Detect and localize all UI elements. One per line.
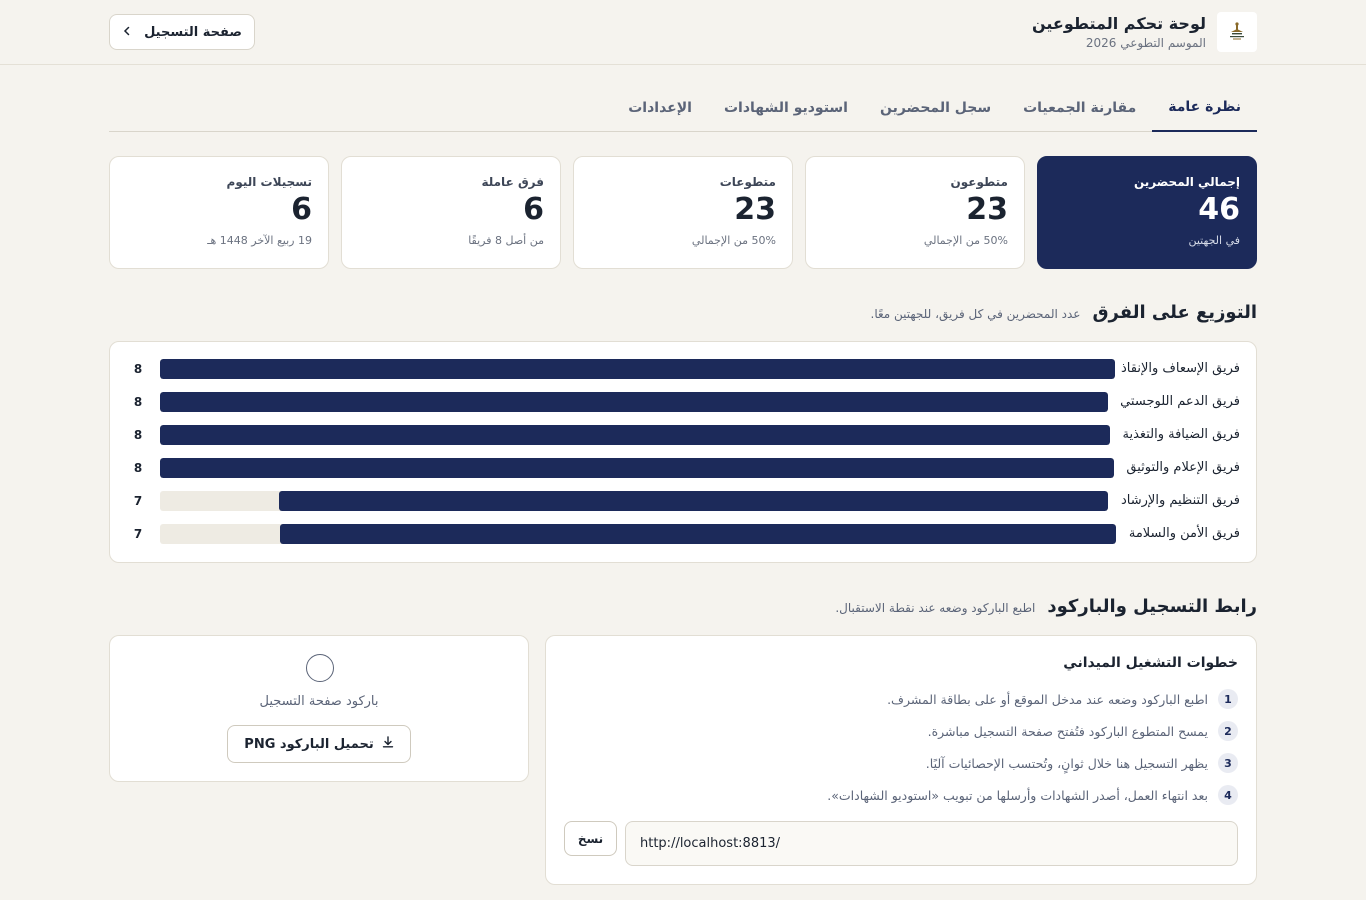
download-barcode-label: تحميل الباركود PNG: [244, 736, 374, 752]
stat-note: في الجهتين: [1188, 234, 1240, 247]
registration-subtitle: اطبع الباركود وضعه عند نقطة الاستقبال.: [835, 601, 1036, 615]
team-bar: [160, 359, 1115, 379]
stat-card-male-volunteers: متطوعون 23 50% من الإجمالي: [805, 156, 1025, 269]
barcode-card: باركود صفحة التسجيل تحميل الباركود PNG: [109, 635, 529, 782]
team-bar: [279, 524, 1116, 544]
step-item: 2 يمسح المتطوع الباركود فتُفتح صفحة التس…: [928, 720, 1238, 742]
step-text: يمسح المتطوع الباركود فتُفتح صفحة التسجي…: [927, 723, 1208, 739]
team-label: فريق الضيافة والتغذية: [1122, 427, 1240, 442]
team-count: 8: [133, 395, 143, 409]
top-bar: لوحة تحكم المتطوعين الموسم التطوعي 2026 …: [0, 0, 1366, 65]
field-steps-card: خطوات التشغيل الميداني 1 اطبع الباركود و…: [545, 635, 1257, 885]
team-bar-track: [160, 524, 1116, 544]
step-number: 3: [1218, 753, 1238, 773]
team-label: فريق الدعم اللوجستي: [1120, 394, 1240, 409]
stat-card-active-teams: فرق عاملة 6 من أصل 8 فريقًا: [341, 156, 561, 269]
barcode-image: [306, 654, 334, 682]
tab-overview[interactable]: نظرة عامة: [1152, 84, 1257, 132]
team-bar: [160, 458, 1114, 478]
stat-label: متطوعون: [950, 175, 1008, 189]
season-subtitle: الموسم التطوعي 2026: [1085, 36, 1206, 50]
team-bar: [160, 425, 1110, 445]
registration-page-button[interactable]: صفحة التسجيل: [109, 14, 255, 50]
registration-title: رابط التسجيل والباركود: [1047, 596, 1257, 617]
stat-card-female-volunteers: متطوعات 23 50% من الإجمالي: [573, 156, 793, 269]
team-label: فريق الأمن والسلامة: [1128, 526, 1240, 541]
team-count: 8: [133, 428, 143, 442]
step-number: 1: [1218, 689, 1238, 709]
stat-note: 19 ربيع الآخر 1448 هـ: [207, 234, 312, 247]
stat-label: متطوعات: [719, 175, 776, 189]
step-number: 4: [1218, 785, 1238, 805]
download-icon: [382, 736, 394, 752]
stat-note: 50% من الإجمالي: [923, 234, 1008, 247]
team-count: 7: [133, 527, 143, 541]
team-row: فريق الأمن والسلامة 7: [126, 524, 1240, 544]
team-row: فريق الدعم اللوجستي 8: [126, 392, 1240, 412]
steps-title: خطوات التشغيل الميداني: [1063, 655, 1238, 671]
tab-certificates-studio[interactable]: استوديو الشهادات: [708, 84, 864, 131]
distribution-subtitle: عدد المحضرين في كل فريق، للجهتين معًا.: [870, 307, 1081, 321]
team-row: فريق الضيافة والتغذية 8: [126, 425, 1240, 445]
brand: لوحة تحكم المتطوعين الموسم التطوعي 2026: [1032, 12, 1257, 52]
step-item: 4 بعد انتهاء العمل، أصدر الشهادات وأرسله…: [827, 784, 1238, 806]
team-label: فريق الإعلام والتوثيق: [1126, 460, 1240, 475]
stats-row: إجمالي المحضرين 46 في الجهتين متطوعون 23…: [109, 156, 1257, 269]
barcode-caption: باركود صفحة التسجيل: [259, 694, 379, 709]
team-bar: [278, 491, 1108, 511]
stat-value: 6: [291, 192, 312, 227]
registration-header: رابط التسجيل والباركود اطبع الباركود وضع…: [835, 596, 1257, 617]
team-bar-track: [160, 491, 1108, 511]
team-bar: [160, 392, 1108, 412]
team-bar-track: [160, 359, 1115, 379]
team-count: 7: [133, 494, 143, 508]
distribution-title: التوزيع على الفرق: [1092, 302, 1257, 323]
stat-card-total-attendees: إجمالي المحضرين 46 في الجهتين: [1037, 156, 1257, 269]
step-text: بعد انتهاء العمل، أصدر الشهادات وأرسلها …: [827, 787, 1208, 803]
stat-value: 46: [1198, 192, 1240, 227]
team-count: 8: [133, 461, 143, 475]
stat-note: من أصل 8 فريقًا: [468, 234, 544, 247]
chevron-left-icon: [122, 25, 132, 40]
stat-label: تسجيلات اليوم: [226, 175, 312, 189]
distribution-header: التوزيع على الفرق عدد المحضرين في كل فري…: [871, 302, 1258, 323]
team-row: فريق التنظيم والإرشاد 7: [126, 491, 1240, 511]
team-bar-track: [160, 458, 1114, 478]
step-text: يظهر التسجيل هنا خلال ثوانٍ، وتُحتسب الإ…: [925, 755, 1208, 771]
download-barcode-button[interactable]: تحميل الباركود PNG: [227, 725, 411, 763]
stat-value: 23: [734, 192, 776, 227]
stat-label: إجمالي المحضرين: [1133, 175, 1240, 189]
step-text: اطبع الباركود وضعه عند مدخل الموقع أو عل…: [887, 691, 1208, 707]
dashboard-title: لوحة تحكم المتطوعين: [1031, 14, 1206, 33]
tab-attendees-log[interactable]: سجل المحضرين: [864, 84, 1007, 131]
tab-settings[interactable]: الإعدادات: [612, 84, 708, 131]
stat-value: 6: [523, 192, 544, 227]
team-row: فريق الإعلام والتوثيق 8: [126, 458, 1240, 478]
stat-card-today-registrations: تسجيلات اليوم 6 19 ربيع الآخر 1448 هـ: [109, 156, 329, 269]
step-item: 1 اطبع الباركود وضعه عند مدخل الموقع أو …: [887, 688, 1238, 710]
step-item: 3 يظهر التسجيل هنا خلال ثوانٍ، وتُحتسب ا…: [926, 752, 1238, 774]
stat-label: فرق عاملة: [481, 175, 544, 189]
logo-icon: [1217, 12, 1257, 52]
team-label: فريق التنظيم والإرشاد: [1121, 493, 1240, 508]
team-distribution-chart: فريق الإسعاف والإنقاذ 8 فريق الدعم اللوجست…: [109, 341, 1257, 563]
team-bar-track: [160, 392, 1108, 412]
team-bar-track: [160, 425, 1110, 445]
stat-note: 50% من الإجمالي: [691, 234, 776, 247]
registration-page-label: صفحة التسجيل: [144, 24, 242, 40]
registration-url-field[interactable]: [625, 821, 1238, 866]
copy-url-button[interactable]: نسخ: [564, 821, 617, 856]
team-count: 8: [133, 362, 143, 376]
tab-associations-comparison[interactable]: مقارنة الجمعيات: [1007, 84, 1152, 131]
main-tabs: نظرة عامة مقارنة الجمعيات سجل المحضرين ا…: [109, 84, 1257, 132]
team-row: فريق الإسعاف والإنقاذ 8: [126, 359, 1240, 379]
stat-value: 23: [966, 192, 1008, 227]
step-number: 2: [1218, 721, 1238, 741]
team-label: فريق الإسعاف والإنقاذ: [1121, 361, 1240, 376]
